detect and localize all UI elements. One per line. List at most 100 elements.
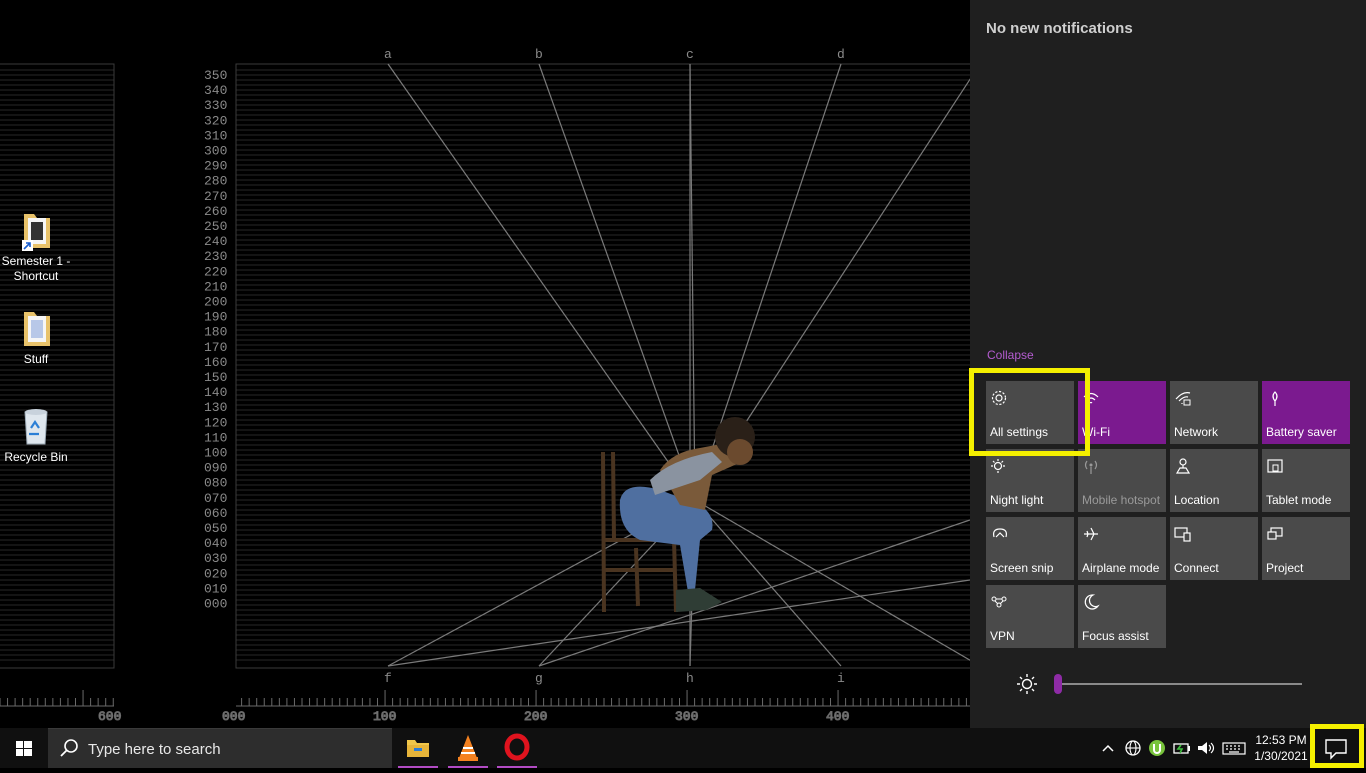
- wifi-icon: [1083, 392, 1099, 404]
- utorrent-icon[interactable]: [1147, 738, 1167, 758]
- brightness-thumb[interactable]: [1054, 674, 1062, 694]
- gear-icon: [991, 390, 1007, 406]
- tile-connect[interactable]: Connect: [1170, 517, 1258, 580]
- tile-battery-saver[interactable]: Battery saver: [1262, 381, 1350, 444]
- desktop-icon-stuff[interactable]: Stuff: [0, 306, 74, 367]
- brightness-slider[interactable]: [1016, 672, 1306, 696]
- ruler-label: 600: [98, 709, 121, 724]
- ruler-label: 200: [524, 709, 547, 724]
- top-letter-label: b: [535, 47, 543, 62]
- keyboard-icon[interactable]: [1222, 738, 1246, 758]
- tile-label: Mobile hotspot: [1082, 493, 1161, 507]
- tile-all-settings[interactable]: All settings: [986, 381, 1074, 444]
- vpn-icon: [991, 596, 1007, 608]
- vlc-icon: [458, 735, 478, 761]
- folder-shortcut-icon: [16, 208, 56, 252]
- taskbar-file-explorer[interactable]: [398, 728, 438, 768]
- bottom-letter-label: h: [686, 671, 694, 686]
- recycle-bin-icon: [16, 404, 56, 448]
- y-tick-label: 130: [204, 400, 227, 415]
- y-tick-label: 060: [204, 506, 227, 521]
- mobile-hotspot-icon: [1084, 460, 1098, 474]
- y-tick-label: 190: [204, 310, 227, 325]
- bottom-letter-label: i: [837, 671, 845, 686]
- y-tick-label: 340: [204, 83, 227, 98]
- ruler-label: 400: [826, 709, 849, 724]
- tile-mobile-hotspot[interactable]: Mobile hotspot: [1078, 449, 1166, 512]
- y-tick-label: 170: [204, 340, 227, 355]
- volume-icon[interactable]: [1195, 738, 1215, 758]
- tile-network[interactable]: Network: [1170, 381, 1258, 444]
- desktop-icon-label: Stuff: [23, 352, 49, 366]
- tile-airplane-mode[interactable]: Airplane mode: [1078, 517, 1166, 580]
- tile-focus-assist[interactable]: Focus assist: [1078, 585, 1166, 648]
- action-center-button[interactable]: [1314, 728, 1358, 768]
- tile-label: Project: [1266, 561, 1304, 575]
- y-tick-label: 030: [204, 551, 227, 566]
- start-button[interactable]: [0, 728, 48, 768]
- y-tick-label: 070: [204, 491, 227, 506]
- clock[interactable]: 12:53 PM 1/30/2021: [1252, 732, 1310, 764]
- globe-icon[interactable]: [1123, 738, 1143, 758]
- tile-label: Network: [1174, 425, 1219, 439]
- tile-night-light[interactable]: Night light: [986, 449, 1074, 512]
- taskbar-vlc[interactable]: [448, 728, 488, 768]
- desktop-icon-recycle-bin[interactable]: Recycle Bin: [0, 404, 74, 465]
- y-tick-label: 240: [204, 234, 227, 249]
- battery-saver-icon: [1272, 391, 1278, 406]
- date-text: 1/30/2021: [1254, 749, 1308, 763]
- connect-icon: [1174, 527, 1191, 542]
- y-tick-label: 160: [204, 355, 227, 370]
- tile-label: VPN: [990, 629, 1015, 643]
- search-icon: [60, 739, 78, 757]
- tile-label: Location: [1174, 493, 1220, 507]
- tile-label: Tablet mode: [1266, 493, 1332, 507]
- y-tick-label: 050: [204, 521, 227, 536]
- y-tick-label: 150: [204, 370, 227, 385]
- y-tick-label: 110: [204, 430, 227, 445]
- y-tick-label: 090: [204, 461, 227, 476]
- battery-icon[interactable]: [1172, 738, 1192, 758]
- y-tick-label: 300: [204, 144, 227, 159]
- tile-wi-fi[interactable]: Wi-Fi: [1078, 381, 1166, 444]
- top-letter-label: a: [384, 47, 392, 62]
- tablet-mode-icon: [1267, 459, 1283, 473]
- bottom-letter-label: f: [384, 671, 392, 686]
- tile-label: Wi-Fi: [1082, 425, 1110, 439]
- chevron-up-icon[interactable]: [1098, 738, 1118, 758]
- search-box[interactable]: Type here to search: [48, 728, 392, 768]
- desktop-icon-label: Semester 1 - Shortcut: [1, 254, 71, 283]
- y-tick-label: 180: [204, 325, 227, 340]
- tile-location[interactable]: Location: [1170, 449, 1258, 512]
- time-text: 12:53 PM: [1255, 733, 1307, 747]
- y-tick-label: 250: [204, 219, 227, 234]
- y-tick-label: 280: [204, 174, 227, 189]
- y-tick-label: 220: [204, 264, 227, 279]
- taskbar-opera[interactable]: [497, 728, 537, 768]
- wallpaper-perspective-grid: 3503403303203103002902802702602502402302…: [0, 47, 970, 725]
- ruler-label: 300: [675, 709, 698, 724]
- moon-icon: [1084, 594, 1100, 610]
- tile-label: All settings: [990, 425, 1049, 439]
- tile-tablet-mode[interactable]: Tablet mode: [1262, 449, 1350, 512]
- tile-project[interactable]: Project: [1262, 517, 1350, 580]
- ruler-label: 000: [222, 709, 245, 724]
- tile-vpn[interactable]: VPN: [986, 585, 1074, 648]
- y-tick-label: 210: [204, 279, 227, 294]
- tile-screen-snip[interactable]: Screen snip: [986, 517, 1074, 580]
- collapse-link[interactable]: Collapse: [987, 348, 1034, 362]
- y-tick-label: 320: [204, 113, 227, 128]
- desktop-icon-semester-1-shortcut[interactable]: Semester 1 - Shortcut: [0, 208, 74, 284]
- night-light-icon: [991, 459, 1005, 473]
- tile-label: Connect: [1174, 561, 1219, 575]
- y-tick-label: 270: [204, 189, 227, 204]
- tile-label: Airplane mode: [1082, 561, 1160, 575]
- y-tick-label: 040: [204, 536, 227, 551]
- y-tick-label: 310: [204, 128, 227, 143]
- tile-label: Battery saver: [1266, 425, 1337, 439]
- y-tick-label: 290: [204, 159, 227, 174]
- y-tick-label: 230: [204, 249, 227, 264]
- top-letter-label: c: [686, 47, 694, 62]
- y-tick-label: 120: [204, 415, 227, 430]
- sun-icon: [1017, 674, 1037, 694]
